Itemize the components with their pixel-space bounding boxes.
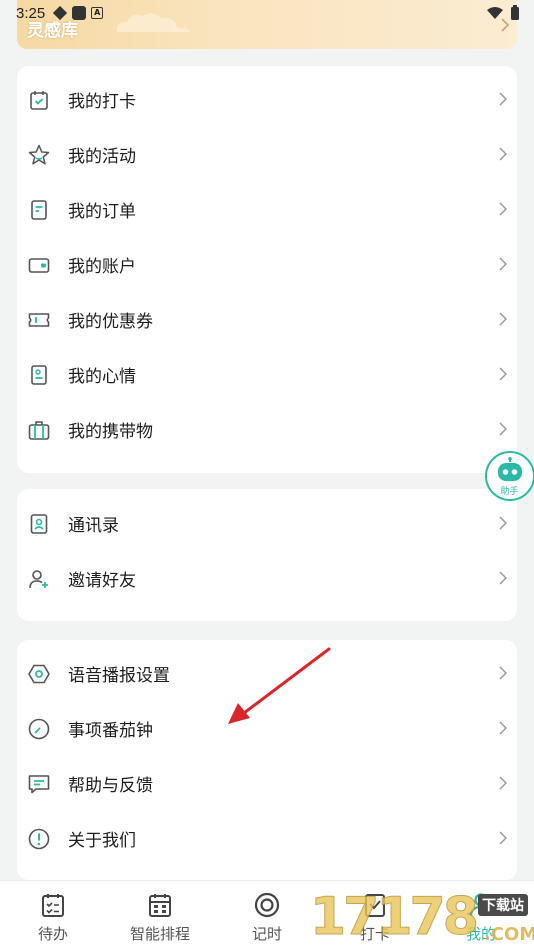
chevron-right-icon [499, 831, 507, 845]
timer-icon [254, 892, 280, 918]
menu-item-my-activity[interactable]: 我的活动 [17, 127, 517, 182]
menu-item-label: 我的订单 [68, 202, 136, 222]
chevron-right-icon [499, 571, 507, 585]
chevron-right-icon [499, 422, 507, 436]
menu-item-label: 我的账户 [68, 257, 136, 277]
todo-icon [42, 894, 64, 917]
hexagon-settings-icon [28, 664, 50, 684]
menu-item-label: 我的打卡 [68, 92, 136, 112]
clock-icon [28, 718, 50, 740]
chevron-right-icon [499, 721, 507, 735]
menu-item-contacts[interactable]: 通讯录 [17, 496, 517, 551]
calendar-check-icon [30, 91, 48, 110]
tab-todo[interactable]: 待办 [8, 881, 98, 950]
chevron-right-icon [499, 257, 507, 271]
ticket-icon [28, 313, 50, 327]
menu-item-help-feedback[interactable]: 帮助与反馈 [17, 756, 517, 811]
chevron-right-icon [499, 92, 507, 106]
menu-item-my-orders[interactable]: 我的订单 [17, 182, 517, 237]
chevron-right-icon [499, 312, 507, 326]
menu-item-label: 关于我们 [68, 831, 136, 851]
app-square-icon [72, 6, 87, 20]
settings-menu-card: 语音播报设置 事项番茄钟 帮助与反馈 关于我们 [17, 640, 517, 880]
personal-menu-card: 我的打卡 我的活动 我的订单 我的账户 我的优惠券 我的心情 我的携带物 [17, 66, 517, 473]
chevron-right-icon [499, 147, 507, 161]
assistant-float-button[interactable]: 助手 [485, 451, 534, 501]
menu-item-my-account[interactable]: 我的账户 [17, 237, 517, 292]
status-time: 3:25 [16, 4, 46, 22]
tab-label: 智能排程 [129, 925, 190, 943]
menu-item-pomodoro[interactable]: 事项番茄钟 [17, 701, 517, 756]
chevron-right-icon [499, 367, 507, 381]
menu-item-label: 通讯录 [68, 516, 119, 536]
chevron-right-icon [499, 666, 507, 680]
robot-icon [498, 457, 522, 481]
menu-item-my-belongings[interactable]: 我的携带物 [17, 402, 517, 457]
tab-smart-schedule[interactable]: 智能排程 [115, 881, 205, 950]
menu-item-my-checkin[interactable]: 我的打卡 [17, 72, 517, 127]
tab-label: 记时 [251, 925, 282, 943]
star-icon [28, 144, 50, 165]
menu-item-label: 我的活动 [68, 147, 136, 167]
feedback-icon [28, 775, 50, 794]
watermark-number: 17178 [310, 887, 480, 947]
menu-item-label: 我的优惠券 [68, 312, 153, 332]
menu-item-label: 邀请好友 [68, 571, 136, 591]
menu-item-label: 我的携带物 [68, 422, 153, 442]
schedule-icon [149, 894, 171, 917]
app-a-icon: A [91, 7, 104, 19]
chevron-right-icon [499, 516, 507, 530]
social-menu-card: 通讯录 邀请好友 [17, 489, 517, 621]
wallet-icon [28, 258, 50, 273]
menu-item-about-us[interactable]: 关于我们 [17, 811, 517, 866]
chevron-right-icon [499, 202, 507, 216]
menu-item-voice-settings[interactable]: 语音播报设置 [17, 646, 517, 701]
menu-item-label: 事项番茄钟 [68, 721, 153, 741]
wifi-icon [487, 7, 503, 19]
tab-timer[interactable]: 记时 [222, 881, 312, 950]
mood-note-icon [31, 365, 47, 385]
info-icon [28, 828, 50, 850]
battery-icon [511, 5, 519, 20]
site-watermark: 17178 下载站 .COM [310, 884, 534, 950]
assistant-label: 助手 [500, 487, 519, 497]
menu-item-label: 语音播报设置 [68, 666, 170, 686]
menu-item-my-coupons[interactable]: 我的优惠券 [17, 292, 517, 347]
menu-item-label: 我的心情 [68, 367, 136, 387]
menu-item-invite-friends[interactable]: 邀请好友 [17, 551, 517, 606]
chevron-right-icon [499, 776, 507, 790]
watermark-sub: 下载站 [478, 894, 528, 916]
tab-label: 待办 [37, 925, 68, 943]
add-user-icon [29, 570, 48, 589]
menu-item-my-mood[interactable]: 我的心情 [17, 347, 517, 402]
watermark-domain: .COM [484, 924, 534, 945]
contact-book-icon [30, 514, 48, 534]
status-bar: 3:25 A [0, 0, 534, 26]
menu-item-label: 帮助与反馈 [68, 776, 153, 796]
app-notification-icon [53, 6, 68, 20]
document-icon [31, 200, 47, 220]
suitcase-icon [28, 421, 50, 440]
